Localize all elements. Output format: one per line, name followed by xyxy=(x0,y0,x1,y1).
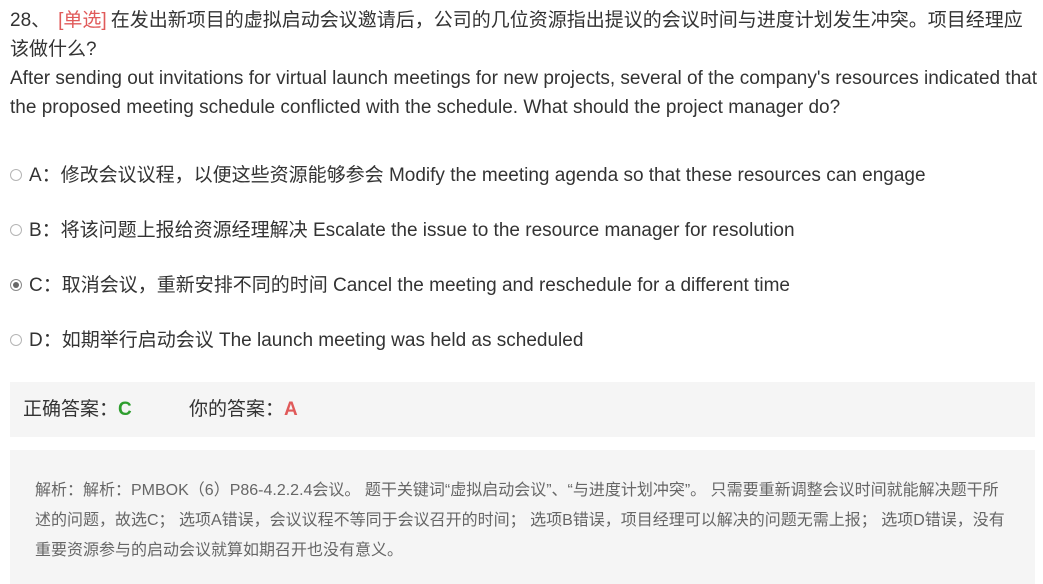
radio-a-icon[interactable] xyxy=(10,169,22,181)
question-type-badge: [单选] xyxy=(58,10,107,31)
question-stem-cn: 在发出新项目的虚拟启动会议邀请后，公司的几位资源指出提议的会议时间与进度计划发生… xyxy=(10,10,1023,60)
your-answer-label: 你的答案： xyxy=(189,399,285,420)
correct-answer-label: 正确答案： xyxy=(23,399,119,420)
option-a-label: A：修改会议议程，以便这些资源能够参会 Modify the meeting a… xyxy=(29,165,926,186)
correct-answer-value: C xyxy=(118,399,132,420)
options-list: A：修改会议议程，以便这些资源能够参会 Modify the meeting a… xyxy=(10,160,1038,380)
question-text-en: After sending out invitations for virtua… xyxy=(10,68,1037,118)
radio-d-icon[interactable] xyxy=(10,334,22,346)
your-answer-value: A xyxy=(284,399,298,420)
answer-panel: 正确答案：C 你的答案：A xyxy=(10,382,1035,437)
option-d-label: D：如期举行启动会议 The launch meeting was held a… xyxy=(29,330,584,351)
question-block: 28、 [单选] 在发出新项目的虚拟启动会议邀请后，公司的几位资源指出提议的会议时间… xyxy=(10,6,1038,122)
radio-b-icon[interactable] xyxy=(10,224,22,236)
radio-c-icon[interactable] xyxy=(10,279,22,291)
question-number: 28、 xyxy=(10,10,51,31)
option-a[interactable]: A：修改会议议程，以便这些资源能够参会 Modify the meeting a… xyxy=(10,160,1038,215)
option-c-label: C：取消会议，重新安排不同的时间 Cancel the meeting and … xyxy=(29,275,790,296)
question-text-cn: 28、 [单选] 在发出新项目的虚拟启动会议邀请后，公司的几位资源指出提议的会议时间… xyxy=(10,6,1038,64)
option-d[interactable]: D：如期举行启动会议 The launch meeting was held a… xyxy=(10,325,1038,380)
analysis-panel: 解析：解析：PMBOK（6）P86-4.2.2.4会议。 题干关键词“虚拟启动会… xyxy=(10,450,1035,584)
option-b[interactable]: B：将该问题上报给资源经理解决 Escalate the issue to th… xyxy=(10,215,1038,270)
analysis-text: 解析：解析：PMBOK（6）P86-4.2.2.4会议。 题干关键词“虚拟启动会… xyxy=(35,482,1005,559)
option-b-label: B：将该问题上报给资源经理解决 Escalate the issue to th… xyxy=(29,220,795,241)
option-c[interactable]: C：取消会议，重新安排不同的时间 Cancel the meeting and … xyxy=(10,270,1038,325)
